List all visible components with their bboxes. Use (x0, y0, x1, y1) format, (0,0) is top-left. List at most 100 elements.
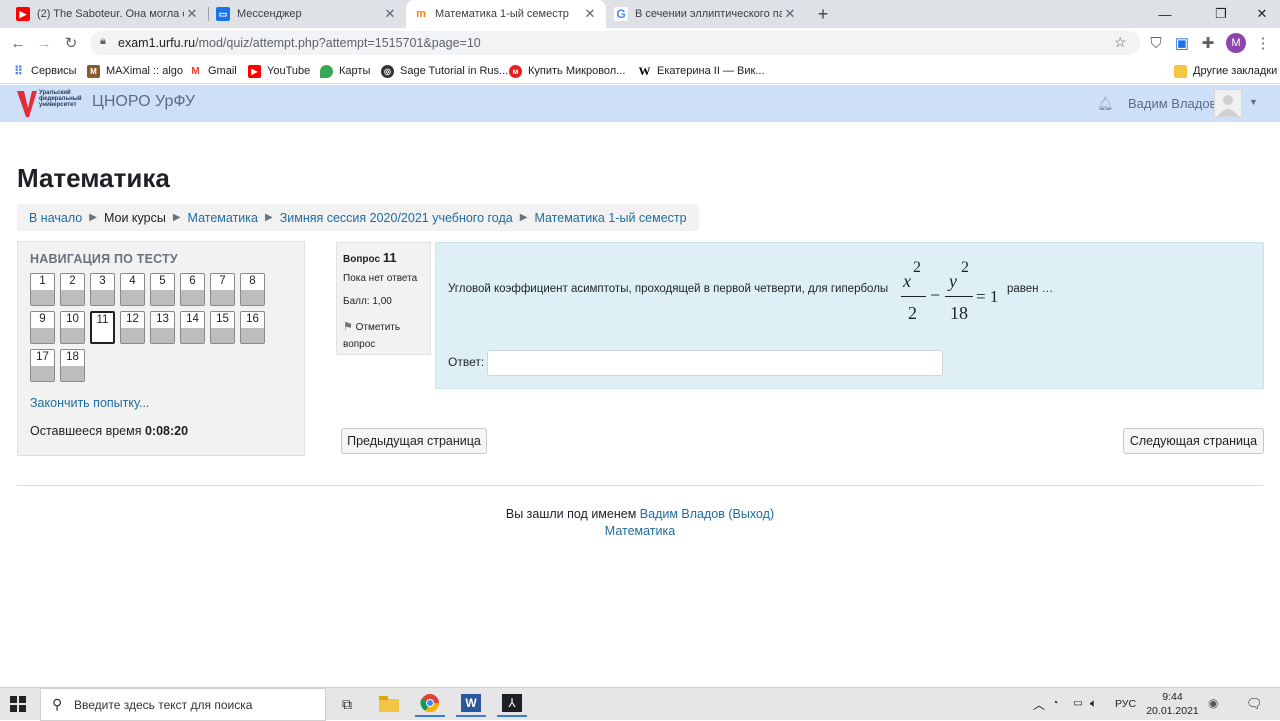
browser-tab-4[interactable]: G В сечении эллиптического пара ✕ (606, 0, 806, 28)
site-name[interactable]: ЦНОРО УрФУ (92, 93, 195, 111)
meet-now-icon[interactable]: ◉ (1208, 696, 1218, 710)
tray-app-icon[interactable]: ◔ (1052, 697, 1058, 709)
back-arrow-icon[interactable]: ← (7, 33, 29, 53)
bookmark-sage[interactable]: ◎ Sage Tutorial in Rus... (381, 63, 508, 79)
extensions-puzzle-icon[interactable]: ✚ (1197, 33, 1219, 53)
maximize-button[interactable]: ❐ (1198, 0, 1244, 28)
answer-input[interactable] (487, 350, 943, 376)
question-nav-button[interactable]: 10 (60, 311, 85, 344)
question-nav-number: 13 (156, 313, 169, 325)
footer-user-link[interactable]: Вадим Владов (640, 507, 725, 521)
caret-down-icon[interactable]: ▼ (1249, 97, 1258, 107)
question-nav-button[interactable]: 1 (30, 273, 55, 306)
quiz-navigation-block: НАВИГАЦИЯ ПО ТЕСТУ 1 2 3 4 5 6 7 8 9 10 11 12 13 14 15… (17, 241, 305, 456)
task-view-icon[interactable]: ⧉ (332, 691, 362, 717)
logged-in-info: Вы зашли под именем Вадим Владов (Выход) (0, 507, 1280, 521)
new-tab-button[interactable]: + (812, 3, 834, 25)
question-nav-number: 18 (66, 351, 79, 363)
bookmark-mvideo[interactable]: м Купить Микровол... (509, 63, 625, 79)
question-nav-button[interactable]: 9 (30, 311, 55, 344)
bookmark-services[interactable]: ⠿ Сервисы (12, 63, 76, 79)
shield-extension-icon[interactable]: ⛉ (1145, 33, 1167, 53)
question-nav-button[interactable]: 15 (210, 311, 235, 344)
bookmark-label: Карты (339, 65, 371, 77)
volume-icon[interactable]: 🔈︎ (1090, 696, 1097, 711)
tray-chevron-icon[interactable]: ︿ (1033, 696, 1045, 713)
question-nav-button[interactable]: 5 (150, 273, 175, 306)
reload-icon[interactable]: ↻ (60, 33, 82, 53)
bookmark-star-icon[interactable]: ☆ (1114, 34, 1127, 51)
google-icon: G (614, 7, 628, 21)
browser-tab-3-active[interactable]: m Математика 1-ый семестр ✕ (406, 0, 606, 28)
url-text: exam1.urfu.ru/mod/quiz/attempt.php?attem… (118, 36, 481, 50)
user-avatar[interactable] (1214, 89, 1242, 117)
question-nav-button[interactable]: 16 (240, 311, 265, 344)
question-nav-button[interactable]: 8 (240, 273, 265, 306)
file-explorer-icon[interactable] (374, 691, 404, 717)
close-tab-icon[interactable]: ✕ (782, 6, 798, 22)
bookmark-gmail[interactable]: M Gmail (189, 63, 237, 79)
close-tab-icon[interactable]: ✕ (382, 6, 398, 22)
question-nav-button[interactable]: 14 (180, 311, 205, 344)
flag-question[interactable]: ⚑ Отметить вопрос (343, 319, 400, 353)
question-state-indicator (31, 328, 54, 343)
windows-start-icon[interactable] (10, 696, 26, 715)
question-nav-button[interactable]: 2 (60, 273, 85, 306)
notification-center-icon[interactable]: 🗨︎ (1246, 696, 1263, 712)
profile-avatar[interactable]: M (1226, 33, 1246, 53)
breadcrumb-home[interactable]: В начало (29, 211, 82, 225)
urfu-logo[interactable]: Уральский федеральный университет (15, 88, 85, 119)
question-nav-button[interactable]: 6 (180, 273, 205, 306)
forward-arrow-icon[interactable]: → (33, 33, 55, 53)
close-window-button[interactable]: ✕ (1244, 0, 1280, 28)
footer-course-link[interactable]: Математика (605, 524, 675, 538)
notifications-bell-icon[interactable]: 🔔︎ (1097, 96, 1114, 112)
translate-extension-icon[interactable]: ▣ (1171, 33, 1193, 53)
browser-tab-2[interactable]: ▭ Мессенджер ✕ (208, 0, 406, 28)
bookmark-wikipedia[interactable]: W Екатерина II — Вик... (638, 63, 765, 79)
close-tab-icon[interactable]: ✕ (582, 6, 598, 22)
bookmark-label: Gmail (208, 65, 237, 77)
question-nav-button[interactable]: 17 (30, 349, 55, 382)
menu-kebab-icon[interactable]: ⋮ (1252, 33, 1274, 53)
word-icon[interactable]: W (456, 691, 486, 717)
question-nav-button[interactable]: 13 (150, 311, 175, 344)
bookmarks-bar: ⠿ Сервисы M MAXimal :: algo M Gmail ▶ Yo… (0, 58, 1280, 84)
question-state-indicator (92, 327, 113, 342)
question-state-indicator (241, 290, 264, 305)
tab-title: Мессенджер (237, 8, 302, 20)
browser-tab-1[interactable]: ▶ (2) The Saboteur. Она могла стать ✕ (8, 0, 208, 28)
breadcrumb-course[interactable]: Математика (188, 211, 258, 225)
bookmark-maps[interactable]: Карты (320, 63, 370, 79)
bookmark-youtube[interactable]: ▶ YouTube (248, 63, 310, 79)
address-bar[interactable]: 🔒︎ exam1.urfu.ru/mod/quiz/attempt.php?at… (90, 31, 1140, 55)
language-indicator[interactable]: РУС (1115, 698, 1136, 710)
question-nav-button[interactable]: 3 (90, 273, 115, 306)
chrome-icon[interactable] (415, 691, 445, 717)
minimize-button[interactable]: — (1142, 0, 1188, 28)
fraction-bar (945, 296, 973, 297)
close-tab-icon[interactable]: ✕ (184, 6, 200, 22)
bookmark-maximal[interactable]: M MAXimal :: algo (87, 63, 183, 79)
question-nav-button[interactable]: 4 (120, 273, 145, 306)
clock[interactable]: 9:44 20.01.2021 (1145, 690, 1200, 718)
next-page-button[interactable]: Следующая страница (1123, 428, 1264, 454)
breadcrumb-session[interactable]: Зимняя сессия 2020/2021 учебного года (280, 211, 513, 225)
battery-icon[interactable]: ▭ (1073, 697, 1083, 709)
question-nav-button[interactable]: 18 (60, 349, 85, 382)
tab-title: В сечении эллиптического пара (635, 8, 782, 20)
taskbar-search[interactable]: ⚲ Введите здесь текст для поиска (40, 688, 326, 721)
url-host: exam1.urfu.ru (118, 36, 196, 50)
breadcrumb-quiz[interactable]: Математика 1-ый семестр (534, 211, 686, 225)
time-left-label: Оставшееся время (30, 424, 142, 438)
previous-page-button[interactable]: Предыдущая страница (341, 428, 487, 454)
other-bookmarks[interactable]: Другие закладки (1174, 63, 1277, 79)
logout-link[interactable]: (Выход) (728, 507, 774, 521)
question-nav-button[interactable]: 11 (90, 311, 115, 344)
finish-attempt-link[interactable]: Закончить попытку... (30, 396, 149, 410)
user-menu-name[interactable]: Вадим Владов (1128, 96, 1217, 111)
question-state-indicator (181, 290, 204, 305)
question-nav-button[interactable]: 12 (120, 311, 145, 344)
acrobat-icon[interactable]: ⅄ (497, 691, 527, 717)
question-nav-button[interactable]: 7 (210, 273, 235, 306)
